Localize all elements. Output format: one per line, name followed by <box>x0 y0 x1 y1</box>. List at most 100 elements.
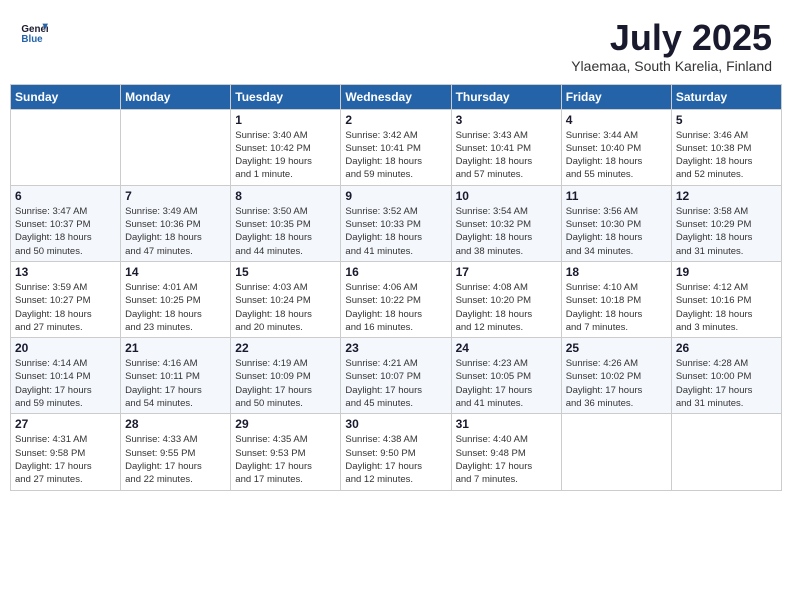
day-number: 16 <box>345 265 446 279</box>
day-info: Sunrise: 3:54 AM Sunset: 10:32 PM Daylig… <box>456 205 557 258</box>
calendar-cell <box>11 109 121 185</box>
calendar-cell: 23Sunrise: 4:21 AM Sunset: 10:07 PM Dayl… <box>341 338 451 414</box>
calendar-cell: 3 Sunrise: 3:43 AM Sunset: 10:41 PM Dayli… <box>451 109 561 185</box>
calendar-cell: 1 Sunrise: 3:40 AM Sunset: 10:42 PM Dayli… <box>231 109 341 185</box>
calendar-cell: 30 Sunrise: 4:38 AM Sunset: 9:50 PM Dayli… <box>341 414 451 490</box>
weekday-header-friday: Friday <box>561 84 671 109</box>
calendar-cell: 26Sunrise: 4:28 AM Sunset: 10:00 PM Dayl… <box>671 338 781 414</box>
month-title: July 2025 <box>571 18 772 58</box>
day-info: Sunrise: 3:59 AM Sunset: 10:27 PM Daylig… <box>15 281 116 334</box>
day-number: 13 <box>15 265 116 279</box>
calendar-cell <box>561 414 671 490</box>
day-info: Sunrise: 4:35 AM Sunset: 9:53 PM Dayligh… <box>235 433 336 486</box>
weekday-header-wednesday: Wednesday <box>341 84 451 109</box>
calendar-cell: 17 Sunrise: 4:08 AM Sunset: 10:20 PM Dayl… <box>451 261 561 337</box>
calendar-cell: 24Sunrise: 4:23 AM Sunset: 10:05 PM Dayl… <box>451 338 561 414</box>
day-number: 4 <box>566 113 667 127</box>
weekday-header-sunday: Sunday <box>11 84 121 109</box>
weekday-header-thursday: Thursday <box>451 84 561 109</box>
day-info: Sunrise: 4:01 AM Sunset: 10:25 PM Daylig… <box>125 281 226 334</box>
day-info: Sunrise: 4:14 AM Sunset: 10:14 PM Daylig… <box>15 357 116 410</box>
calendar-cell: 22 Sunrise: 4:19 AM Sunset: 10:09 PM Dayl… <box>231 338 341 414</box>
calendar-cell: 19 Sunrise: 4:12 AM Sunset: 10:16 PM Dayl… <box>671 261 781 337</box>
day-number: 29 <box>235 417 336 431</box>
day-number: 12 <box>676 189 777 203</box>
calendar-cell: 5 Sunrise: 3:46 AM Sunset: 10:38 PM Dayli… <box>671 109 781 185</box>
day-number: 7 <box>125 189 226 203</box>
day-info: Sunrise: 4:19 AM Sunset: 10:09 PM Daylig… <box>235 357 336 410</box>
day-info: Sunrise: 4:21 AM Sunset: 10:07 PM Daylig… <box>345 357 446 410</box>
calendar-cell: 4 Sunrise: 3:44 AM Sunset: 10:40 PM Dayli… <box>561 109 671 185</box>
day-number: 17 <box>456 265 557 279</box>
day-number: 10 <box>456 189 557 203</box>
day-number: 20 <box>15 341 116 355</box>
day-number: 28 <box>125 417 226 431</box>
calendar-week-4: 20 Sunrise: 4:14 AM Sunset: 10:14 PM Dayl… <box>11 338 782 414</box>
day-info: Sunrise: 4:33 AM Sunset: 9:55 PM Dayligh… <box>125 433 226 486</box>
day-info: Sunrise: 4:40 AM Sunset: 9:48 PM Dayligh… <box>456 433 557 486</box>
calendar-header-row: SundayMondayTuesdayWednesdayThursdayFrid… <box>11 84 782 109</box>
day-number: 11 <box>566 189 667 203</box>
calendar-cell: 6Sunrise: 3:47 AM Sunset: 10:37 PM Dayli… <box>11 185 121 261</box>
day-info: Sunrise: 3:46 AM Sunset: 10:38 PM Daylig… <box>676 129 777 182</box>
day-info: Sunrise: 3:44 AM Sunset: 10:40 PM Daylig… <box>566 129 667 182</box>
day-info: Sunrise: 4:06 AM Sunset: 10:22 PM Daylig… <box>345 281 446 334</box>
day-number: 9 <box>345 189 446 203</box>
calendar-cell: 10 Sunrise: 3:54 AM Sunset: 10:32 PM Dayl… <box>451 185 561 261</box>
calendar-week-2: 6Sunrise: 3:47 AM Sunset: 10:37 PM Dayli… <box>11 185 782 261</box>
day-info: Sunrise: 3:47 AM Sunset: 10:37 PM Daylig… <box>15 205 116 258</box>
day-info: Sunrise: 3:43 AM Sunset: 10:41 PM Daylig… <box>456 129 557 182</box>
calendar-cell: 8 Sunrise: 3:50 AM Sunset: 10:35 PM Dayli… <box>231 185 341 261</box>
day-number: 22 <box>235 341 336 355</box>
calendar-cell: 27 Sunrise: 4:31 AM Sunset: 9:58 PM Dayli… <box>11 414 121 490</box>
calendar-week-5: 27 Sunrise: 4:31 AM Sunset: 9:58 PM Dayli… <box>11 414 782 490</box>
logo-icon: General Blue <box>20 18 48 46</box>
weekday-header-saturday: Saturday <box>671 84 781 109</box>
day-info: Sunrise: 4:28 AM Sunset: 10:00 PM Daylig… <box>676 357 777 410</box>
calendar-cell: 21 Sunrise: 4:16 AM Sunset: 10:11 PM Dayl… <box>121 338 231 414</box>
calendar-cell: 29 Sunrise: 4:35 AM Sunset: 9:53 PM Dayli… <box>231 414 341 490</box>
calendar-cell: 7Sunrise: 3:49 AM Sunset: 10:36 PM Dayli… <box>121 185 231 261</box>
title-block: July 2025 Ylaemaa, South Karelia, Finlan… <box>571 18 772 74</box>
day-number: 18 <box>566 265 667 279</box>
day-number: 30 <box>345 417 446 431</box>
day-info: Sunrise: 4:16 AM Sunset: 10:11 PM Daylig… <box>125 357 226 410</box>
calendar-cell: 28 Sunrise: 4:33 AM Sunset: 9:55 PM Dayli… <box>121 414 231 490</box>
calendar-cell: 9 Sunrise: 3:52 AM Sunset: 10:33 PM Dayli… <box>341 185 451 261</box>
day-info: Sunrise: 3:56 AM Sunset: 10:30 PM Daylig… <box>566 205 667 258</box>
day-info: Sunrise: 3:50 AM Sunset: 10:35 PM Daylig… <box>235 205 336 258</box>
location-subtitle: Ylaemaa, South Karelia, Finland <box>571 58 772 74</box>
svg-text:Blue: Blue <box>21 34 43 45</box>
day-number: 27 <box>15 417 116 431</box>
day-number: 3 <box>456 113 557 127</box>
calendar-cell <box>671 414 781 490</box>
day-info: Sunrise: 4:31 AM Sunset: 9:58 PM Dayligh… <box>15 433 116 486</box>
calendar-cell: 25Sunrise: 4:26 AM Sunset: 10:02 PM Dayl… <box>561 338 671 414</box>
day-info: Sunrise: 3:52 AM Sunset: 10:33 PM Daylig… <box>345 205 446 258</box>
calendar-cell: 18 Sunrise: 4:10 AM Sunset: 10:18 PM Dayl… <box>561 261 671 337</box>
weekday-header-monday: Monday <box>121 84 231 109</box>
day-number: 14 <box>125 265 226 279</box>
weekday-header-tuesday: Tuesday <box>231 84 341 109</box>
day-info: Sunrise: 4:38 AM Sunset: 9:50 PM Dayligh… <box>345 433 446 486</box>
calendar-cell: 15Sunrise: 4:03 AM Sunset: 10:24 PM Dayl… <box>231 261 341 337</box>
day-number: 8 <box>235 189 336 203</box>
day-info: Sunrise: 4:08 AM Sunset: 10:20 PM Daylig… <box>456 281 557 334</box>
day-number: 19 <box>676 265 777 279</box>
calendar-cell: 16 Sunrise: 4:06 AM Sunset: 10:22 PM Dayl… <box>341 261 451 337</box>
day-info: Sunrise: 3:40 AM Sunset: 10:42 PM Daylig… <box>235 129 336 182</box>
calendar-week-3: 13 Sunrise: 3:59 AM Sunset: 10:27 PM Dayl… <box>11 261 782 337</box>
day-number: 24 <box>456 341 557 355</box>
day-number: 5 <box>676 113 777 127</box>
calendar-table: SundayMondayTuesdayWednesdayThursdayFrid… <box>10 84 782 491</box>
day-number: 21 <box>125 341 226 355</box>
calendar-cell: 31 Sunrise: 4:40 AM Sunset: 9:48 PM Dayli… <box>451 414 561 490</box>
calendar-week-1: 1 Sunrise: 3:40 AM Sunset: 10:42 PM Dayli… <box>11 109 782 185</box>
day-number: 31 <box>456 417 557 431</box>
day-info: Sunrise: 4:12 AM Sunset: 10:16 PM Daylig… <box>676 281 777 334</box>
day-number: 1 <box>235 113 336 127</box>
calendar-cell: 13 Sunrise: 3:59 AM Sunset: 10:27 PM Dayl… <box>11 261 121 337</box>
day-info: Sunrise: 3:42 AM Sunset: 10:41 PM Daylig… <box>345 129 446 182</box>
day-info: Sunrise: 4:10 AM Sunset: 10:18 PM Daylig… <box>566 281 667 334</box>
calendar-cell: 14 Sunrise: 4:01 AM Sunset: 10:25 PM Dayl… <box>121 261 231 337</box>
